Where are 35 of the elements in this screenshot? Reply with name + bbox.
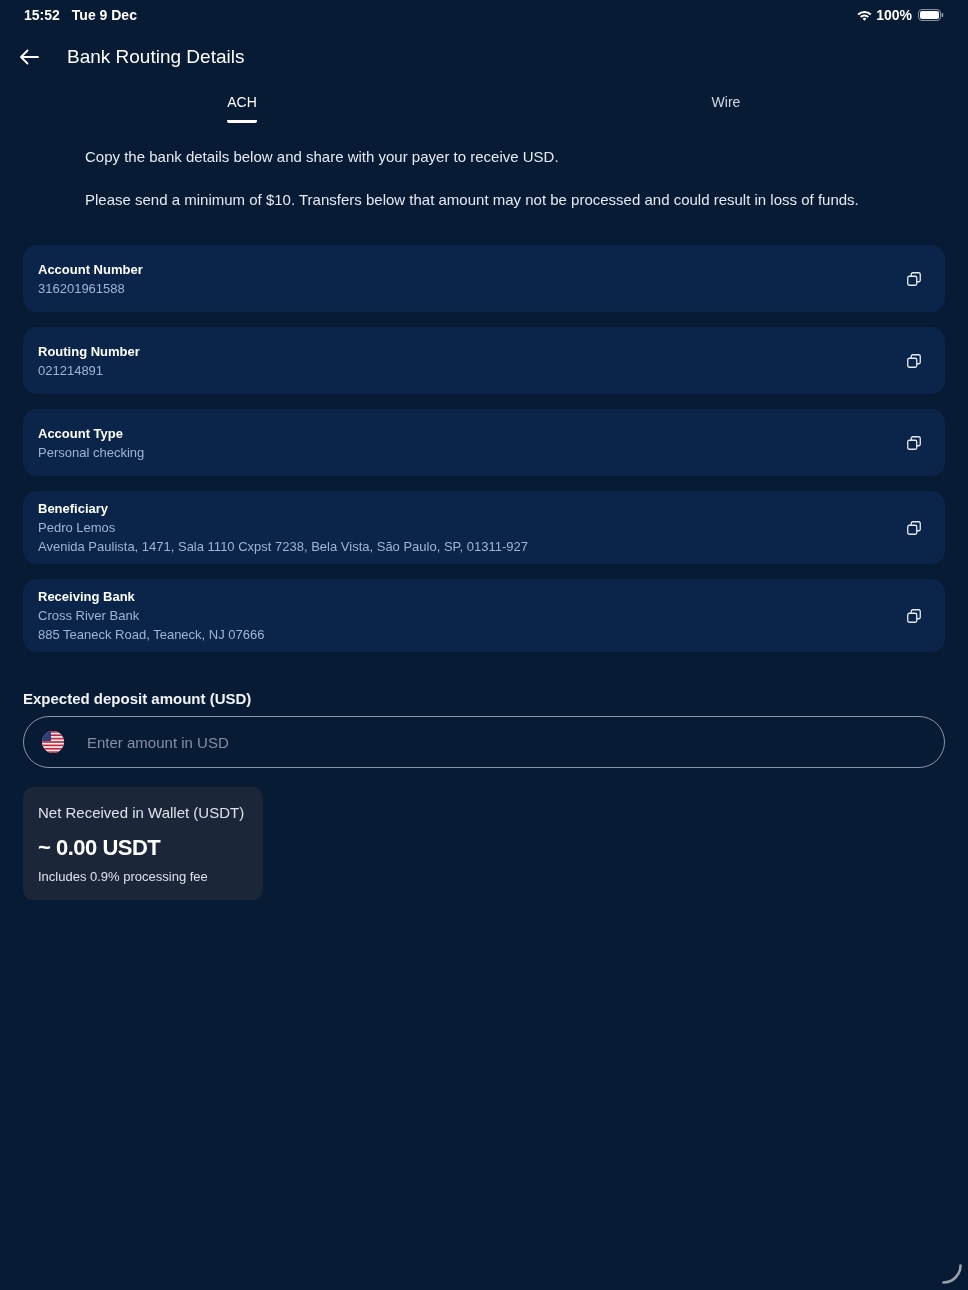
battery-icon bbox=[918, 9, 944, 21]
detail-label: Routing Number bbox=[38, 342, 141, 361]
detail-value: Cross River Bank bbox=[38, 607, 141, 625]
deposit-label: Expected deposit amount (USD) bbox=[23, 690, 253, 707]
corner-handle-icon[interactable] bbox=[942, 1264, 962, 1284]
net-received-amount: ~ 0.00 USDT bbox=[38, 835, 162, 861]
back-arrow-icon[interactable] bbox=[19, 49, 39, 65]
copy-icon[interactable] bbox=[907, 435, 921, 450]
detail-value: 021214891 bbox=[38, 361, 105, 380]
instruction-text: Copy the bank details below and share with your payer to receive USD. bbox=[85, 147, 560, 166]
wifi-icon bbox=[857, 9, 873, 21]
detail-label: Account Number bbox=[38, 260, 144, 279]
battery-percentage: 100% bbox=[876, 7, 912, 23]
page-title: Bank Routing Details bbox=[67, 46, 245, 68]
copy-icon[interactable] bbox=[907, 608, 921, 623]
copy-icon[interactable] bbox=[907, 520, 921, 535]
copy-icon[interactable] bbox=[907, 353, 921, 368]
us-flag-icon bbox=[42, 731, 64, 753]
instruction-text: Please send a minimum of $10. Transfers below that amount may not be processed and could result in loss of funds. bbox=[85, 190, 860, 209]
detail-value: Avenida Paulista, 1471, Sala 1110 Cxpst 7238, Bela Vista, São Paulo, SP, 01311-927 bbox=[38, 538, 530, 556]
tab[interactable]: ACH bbox=[227, 90, 257, 123]
detail-label: Receiving Bank bbox=[38, 588, 136, 606]
copy-icon[interactable] bbox=[907, 271, 921, 286]
amount-input-field[interactable]: Enter amount in USD bbox=[23, 716, 945, 768]
fee-note: Includes 0.9% processing fee bbox=[38, 869, 209, 885]
detail-value: Personal checking bbox=[38, 443, 146, 462]
detail-label: Account Type bbox=[38, 424, 124, 443]
status-date: Tue 9 Dec bbox=[71, 7, 137, 23]
tab[interactable]: Wire bbox=[711, 90, 741, 123]
detail-value: Pedro Lemos bbox=[38, 519, 117, 537]
status-time: 15:52 bbox=[24, 7, 60, 23]
detail-label: Beneficiary bbox=[38, 500, 110, 518]
detail-value: 885 Teaneck Road, Teaneck, NJ 07666 bbox=[38, 626, 266, 644]
net-received-title: Net Received in Wallet (USDT) bbox=[38, 804, 246, 822]
detail-value: 316201961588 bbox=[38, 279, 126, 298]
